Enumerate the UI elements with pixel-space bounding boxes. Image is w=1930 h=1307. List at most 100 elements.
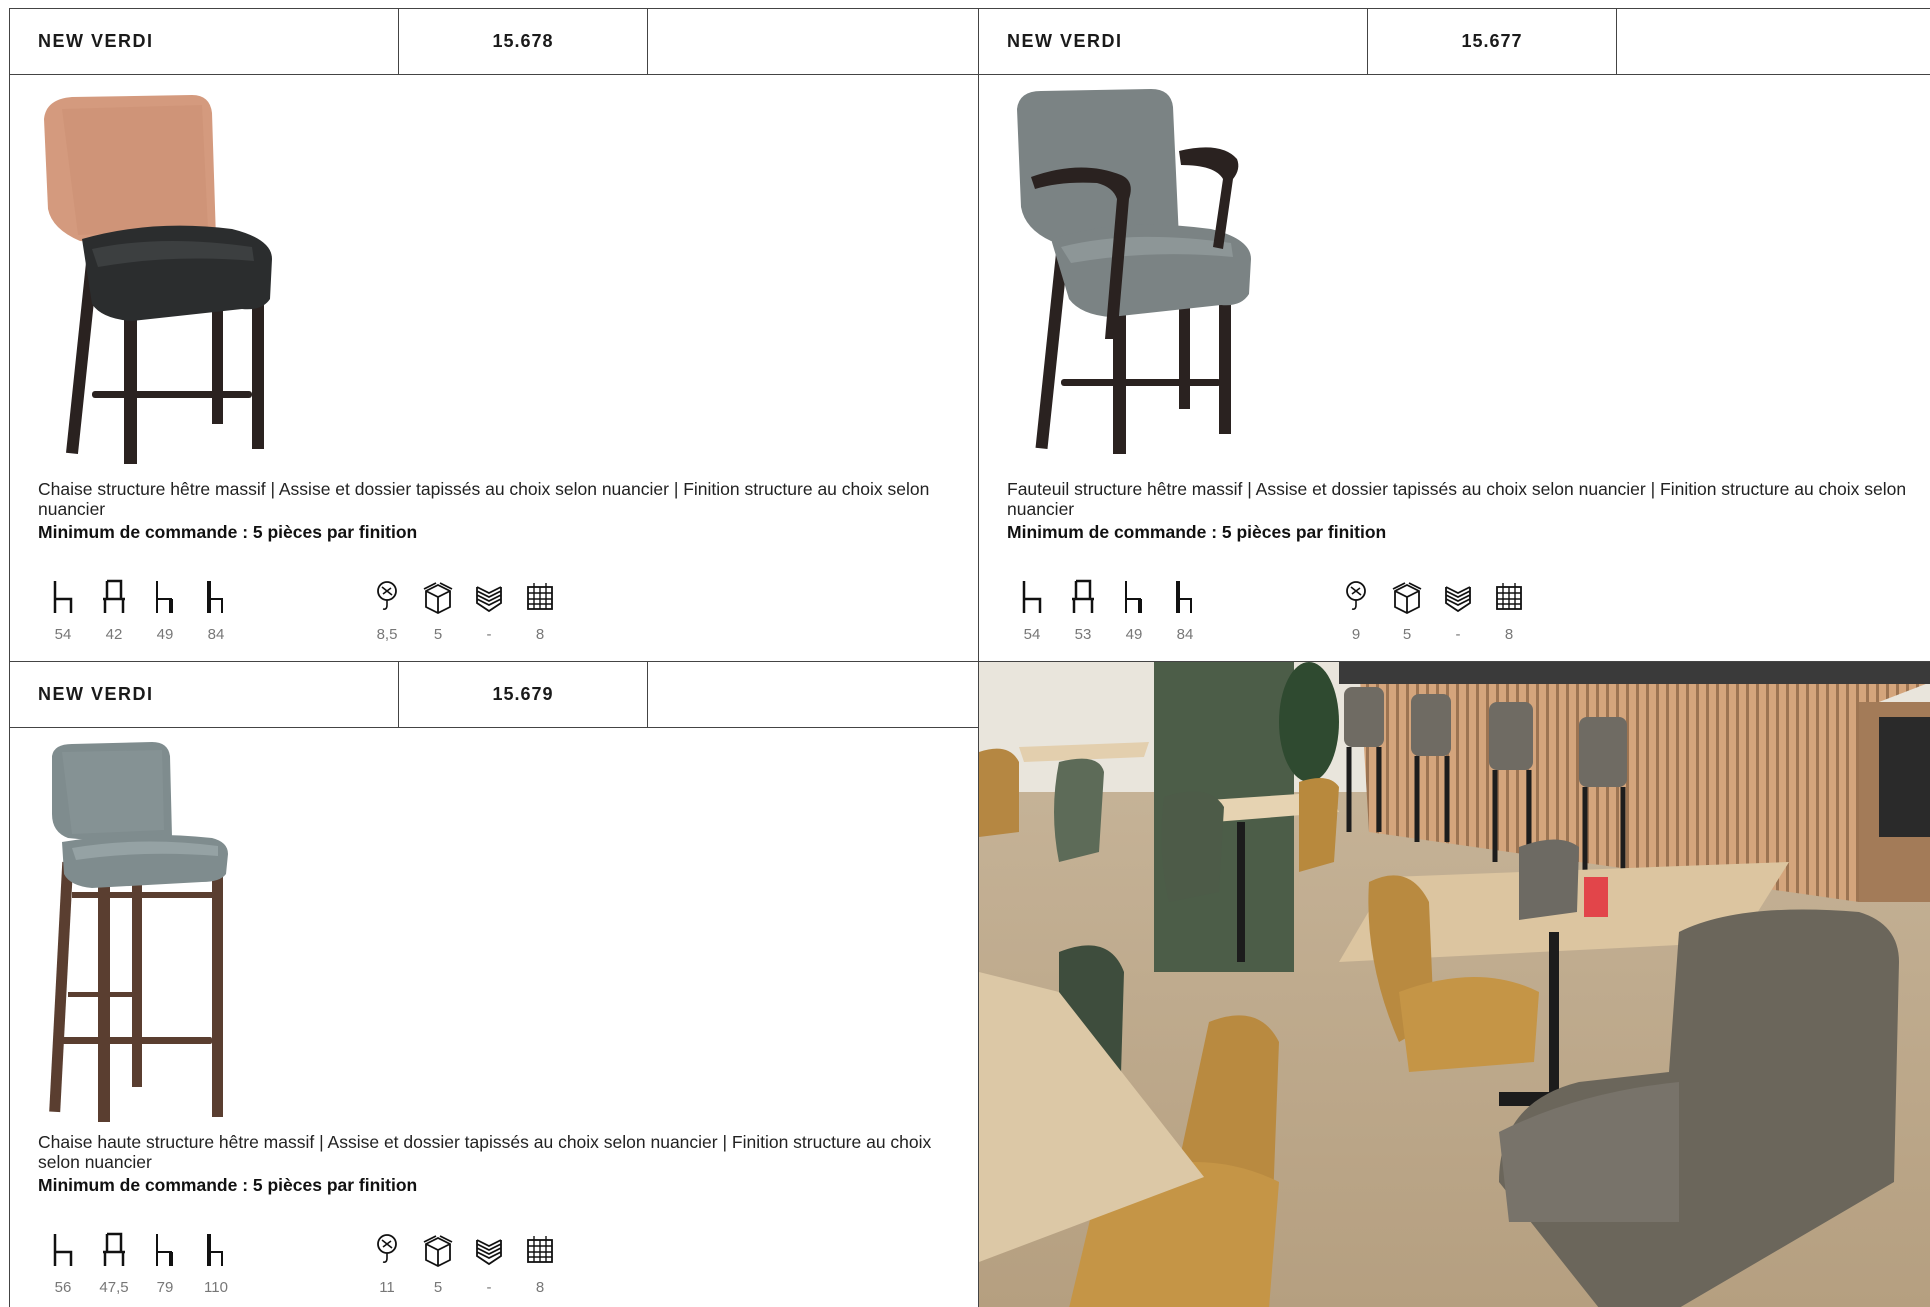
spec-icons-row: 54 53 49 84 9 5 - 8 bbox=[1007, 569, 1907, 649]
stacking-icon bbox=[476, 1239, 502, 1266]
product-card-15677: NEW VERDI 15.677 Fauteuil structure hêtr… bbox=[979, 9, 1930, 662]
minimum-order: Minimum de commande : 5 pièces par finit… bbox=[38, 1175, 418, 1195]
width-spec: 53 bbox=[1058, 569, 1108, 649]
depth-icon bbox=[53, 581, 73, 613]
stacking-spec: - bbox=[1433, 569, 1483, 649]
seat-height-spec: 79 bbox=[140, 1222, 190, 1302]
seat-height-spec: 49 bbox=[1109, 569, 1159, 649]
total-height-spec: 110 bbox=[191, 1222, 241, 1302]
stacking-icon bbox=[1445, 586, 1471, 613]
seat-height-icon bbox=[156, 581, 173, 613]
delivery-spec: 8 bbox=[515, 1222, 565, 1302]
weight-spec: 11 bbox=[362, 1222, 412, 1302]
weight-icon bbox=[377, 1234, 397, 1263]
weight-spec: 9 bbox=[1331, 569, 1381, 649]
depth-value: 56 bbox=[54, 1279, 72, 1296]
delivery-value: 8 bbox=[535, 626, 545, 643]
weight-value: 11 bbox=[379, 1279, 395, 1296]
depth-icon bbox=[53, 1234, 73, 1266]
product-reference: 15.678 bbox=[399, 9, 648, 74]
delivery-value: 8 bbox=[1504, 626, 1514, 643]
minimum-order: Minimum de commande : 5 pièces par finit… bbox=[1007, 522, 1387, 542]
width-value: 42 bbox=[105, 626, 123, 643]
seat-height-value: 49 bbox=[156, 626, 174, 643]
delivery-spec: 8 bbox=[1484, 569, 1534, 649]
seat-height-spec: 49 bbox=[140, 569, 190, 649]
depth-spec: 54 bbox=[38, 569, 88, 649]
total-height-icon bbox=[207, 1234, 223, 1266]
width-spec: 47,5 bbox=[89, 1222, 139, 1302]
total-height-icon bbox=[1176, 581, 1192, 613]
width-value: 53 bbox=[1074, 626, 1092, 643]
product-description: Chaise haute structure hêtre massif | As… bbox=[38, 1132, 932, 1172]
total-height-value: 110 bbox=[204, 1279, 228, 1296]
calendar-icon bbox=[527, 1236, 553, 1263]
box-icon bbox=[423, 1235, 453, 1268]
stacking-spec: - bbox=[464, 569, 514, 649]
seat-height-icon bbox=[156, 1234, 173, 1266]
delivery-spec: 8 bbox=[515, 569, 565, 649]
product-description: Chaise structure hêtre massif | Assise e… bbox=[38, 479, 930, 519]
packaging-spec: 5 bbox=[1382, 569, 1432, 649]
width-value: 47,5 bbox=[99, 1279, 129, 1296]
armchair-icon bbox=[1017, 89, 1251, 454]
header-blank-cell bbox=[648, 662, 978, 727]
product-name: NEW VERDI bbox=[10, 9, 399, 74]
weight-value: 9 bbox=[1351, 626, 1361, 643]
stacking-value: - bbox=[486, 626, 492, 643]
depth-spec: 54 bbox=[1007, 569, 1057, 649]
bar-stool-icon bbox=[49, 742, 228, 1122]
chair-icon bbox=[44, 95, 272, 464]
product-reference: 15.677 bbox=[1368, 9, 1617, 74]
box-icon bbox=[1392, 582, 1422, 615]
depth-icon bbox=[1022, 581, 1042, 613]
product-card-15678: NEW VERDI 15.678 Chaise structure hêtre … bbox=[10, 9, 979, 662]
product-header: NEW VERDI 15.678 bbox=[10, 9, 978, 75]
header-blank-cell bbox=[648, 9, 978, 74]
catalog-page: NEW VERDI 15.678 Chaise structure hêtre … bbox=[9, 8, 1930, 1307]
header-blank-cell bbox=[1617, 9, 1930, 74]
stacking-spec: - bbox=[464, 1222, 514, 1302]
total-height-icon bbox=[207, 581, 223, 613]
depth-value: 54 bbox=[1023, 626, 1041, 643]
total-height-spec: 84 bbox=[1160, 569, 1210, 649]
restaurant-ambiance-photo bbox=[979, 662, 1930, 1307]
spec-icons-row: 56 47,5 79 110 11 5 - 8 bbox=[38, 1222, 938, 1302]
seat-height-value: 79 bbox=[156, 1279, 174, 1296]
packaging-value: 5 bbox=[1402, 626, 1412, 643]
width-icon bbox=[103, 1232, 125, 1266]
total-height-spec: 84 bbox=[191, 569, 241, 649]
calendar-icon bbox=[1496, 583, 1522, 610]
spec-icons-row: 54 42 49 84 8,5 5 - 8 bbox=[38, 569, 938, 649]
product-description: Fauteuil structure hêtre massif | Assise… bbox=[1007, 479, 1907, 519]
width-icon bbox=[103, 579, 125, 613]
weight-icon bbox=[1346, 581, 1366, 610]
total-height-value: 84 bbox=[1176, 626, 1194, 643]
stacking-value: - bbox=[1455, 626, 1461, 643]
product-header: NEW VERDI 15.677 bbox=[979, 9, 1930, 75]
product-card-15679: NEW VERDI 15.679 Chaise haute structure … bbox=[10, 662, 979, 1307]
restaurant-scene-image bbox=[979, 662, 1930, 1307]
weight-icon bbox=[377, 581, 397, 610]
total-height-value: 84 bbox=[207, 626, 225, 643]
depth-spec: 56 bbox=[38, 1222, 88, 1302]
stacking-value: - bbox=[486, 1279, 492, 1296]
weight-spec: 8,5 bbox=[362, 569, 412, 649]
seat-height-icon bbox=[1125, 581, 1142, 613]
box-icon bbox=[423, 582, 453, 615]
packaging-value: 5 bbox=[433, 1279, 443, 1296]
depth-value: 54 bbox=[54, 626, 72, 643]
product-reference: 15.679 bbox=[399, 662, 648, 727]
minimum-order: Minimum de commande : 5 pièces par finit… bbox=[38, 522, 418, 542]
packaging-spec: 5 bbox=[413, 1222, 463, 1302]
packaging-spec: 5 bbox=[413, 569, 463, 649]
delivery-value: 8 bbox=[535, 1279, 545, 1296]
stacking-icon bbox=[476, 586, 502, 613]
weight-value: 8,5 bbox=[376, 626, 398, 643]
calendar-icon bbox=[527, 583, 553, 610]
product-name: NEW VERDI bbox=[979, 9, 1368, 74]
product-header: NEW VERDI 15.679 bbox=[10, 662, 978, 728]
width-spec: 42 bbox=[89, 569, 139, 649]
product-name: NEW VERDI bbox=[10, 662, 399, 727]
packaging-value: 5 bbox=[433, 626, 443, 643]
